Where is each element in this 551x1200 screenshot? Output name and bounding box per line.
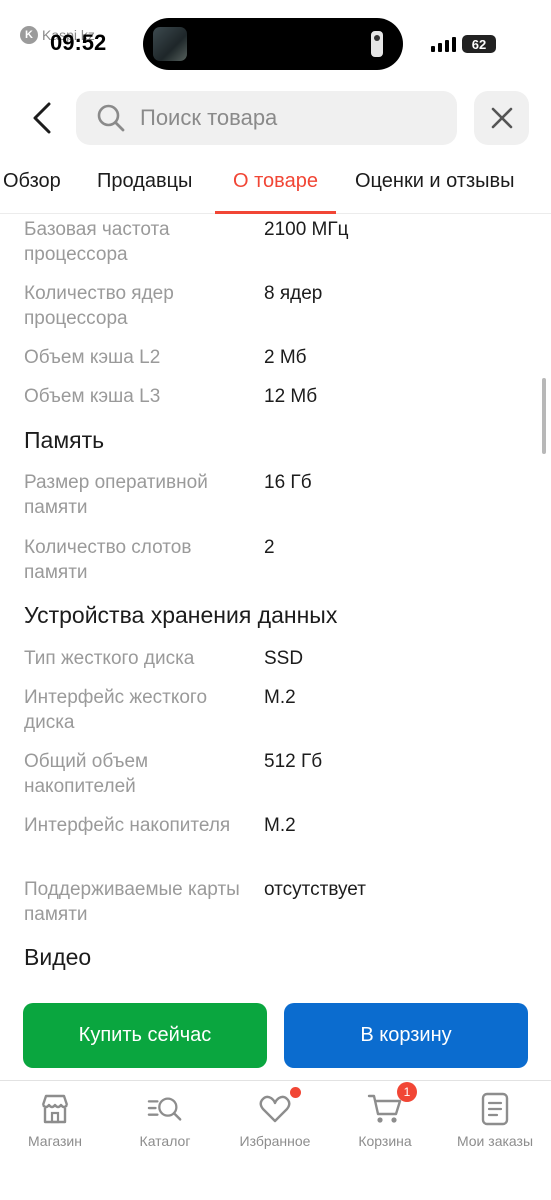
- tab-overview[interactable]: Обзор: [3, 170, 61, 193]
- heart-icon: [257, 1087, 301, 1127]
- spec-label: Размер оперативной памяти: [24, 472, 208, 518]
- spec-label: Тип жесткого диска: [24, 648, 195, 669]
- battery-level: 62: [471, 36, 487, 52]
- cart-icon: 1: [367, 1082, 417, 1127]
- tab-reviews[interactable]: Оценки и отзывы: [355, 170, 515, 193]
- nav-catalog-label: Каталог: [139, 1133, 191, 1149]
- now-playing-artwork: [153, 27, 187, 61]
- nav-orders-label: Мои заказы: [456, 1133, 534, 1149]
- shop-icon: [37, 1091, 73, 1127]
- dynamic-island: [143, 18, 403, 70]
- tab-bar: Обзор Продавцы О товаре Оценки и отзывы: [0, 160, 551, 214]
- nav-cart[interactable]: 1 Корзина: [330, 1082, 440, 1149]
- close-icon: [491, 107, 512, 129]
- spec-label: Интерфейс жесткого диска: [24, 687, 208, 733]
- chevron-left-icon: [33, 102, 51, 134]
- spec-value: 512 Гб: [264, 751, 323, 772]
- spec-value: M.2: [264, 815, 296, 836]
- status-time: 09:52: [50, 30, 107, 55]
- section-title-memory: Память: [24, 427, 105, 453]
- battery-icon: 62: [462, 35, 496, 53]
- nav-favorites-label: Избранное: [239, 1133, 311, 1149]
- spec-label: Поддерживаемые карты памяти: [24, 879, 240, 925]
- spec-label: Количество ядер процессора: [24, 283, 174, 329]
- spec-value: 2100 МГц: [264, 219, 349, 240]
- search-input[interactable]: Поиск товара: [76, 91, 457, 145]
- signal-icon: [431, 36, 456, 52]
- spec-label: Объем кэша L2: [24, 347, 161, 368]
- spec-label: Количество слотов памяти: [24, 537, 192, 583]
- status-bar: K Kaspi.kz 09:52 62: [0, 0, 551, 80]
- nav-shop[interactable]: Магазин: [0, 1091, 110, 1149]
- close-button[interactable]: [474, 91, 529, 145]
- search-icon: [97, 104, 125, 132]
- spec-label: Базовая частота процессора: [24, 219, 170, 265]
- nav-catalog[interactable]: Каталог: [110, 1091, 220, 1149]
- active-tab-indicator: [215, 211, 336, 214]
- section-title-storage: Устройства хранения данных: [24, 602, 338, 628]
- carrier-logo-icon: K: [20, 26, 38, 44]
- spec-label: Общий объем накопителей: [24, 751, 149, 797]
- add-to-cart-button[interactable]: В корзину: [284, 1003, 528, 1068]
- spec-label: Интерфейс накопителя: [24, 815, 231, 836]
- spec-value: 16 Гб: [264, 472, 312, 493]
- nav-shop-label: Магазин: [27, 1133, 82, 1149]
- nav-orders[interactable]: Мои заказы: [440, 1091, 550, 1149]
- remote-icon: [371, 31, 383, 57]
- nav-favorites[interactable]: Избранное: [220, 1087, 330, 1149]
- search-placeholder: Поиск товара: [140, 105, 278, 130]
- spec-label: Объем кэша L3: [24, 386, 161, 407]
- tab-sellers[interactable]: Продавцы: [97, 170, 192, 193]
- nav-cart-label: Корзина: [358, 1133, 412, 1149]
- spec-value: отсутствует: [264, 879, 366, 900]
- orders-list-icon: [477, 1091, 513, 1127]
- bottom-nav: Магазин Каталог Избранное 1 Корзина Мои …: [0, 1080, 551, 1200]
- spec-value: 12 Мб: [264, 386, 318, 407]
- buy-now-button[interactable]: Купить сейчас: [23, 1003, 267, 1068]
- section-title-video: Видео: [24, 944, 92, 970]
- catalog-search-icon: [147, 1091, 183, 1127]
- spec-value: 8 ядер: [264, 283, 323, 304]
- back-button[interactable]: [22, 95, 62, 141]
- spec-value: 2: [264, 537, 275, 558]
- scrollbar[interactable]: [542, 378, 546, 454]
- tab-product-info[interactable]: О товаре: [233, 170, 318, 193]
- spec-value: M.2: [264, 687, 296, 708]
- favorites-notification-dot: [290, 1087, 301, 1098]
- spec-value: SSD: [264, 648, 304, 669]
- cart-count-badge: 1: [397, 1082, 417, 1102]
- spec-value: 2 Мб: [264, 347, 307, 368]
